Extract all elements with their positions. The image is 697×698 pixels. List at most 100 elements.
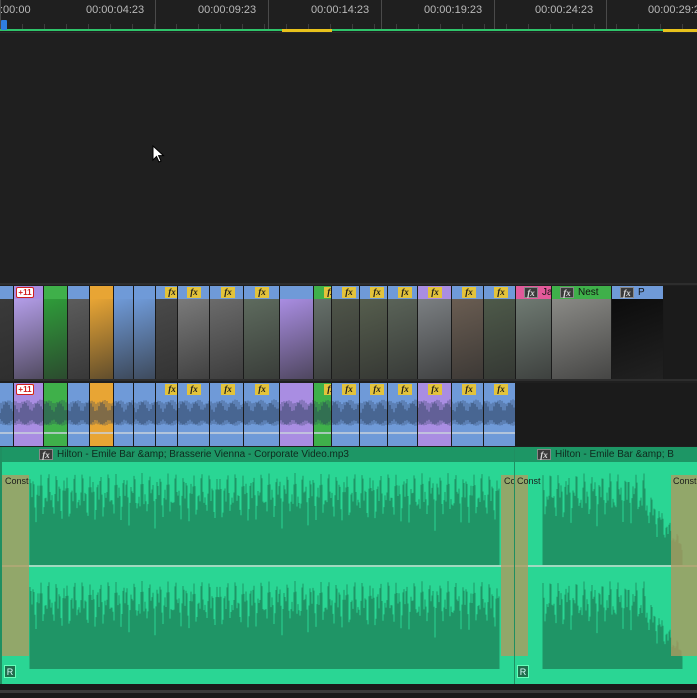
- fx-icon[interactable]: fx: [324, 384, 331, 395]
- rubberband-icon[interactable]: R: [517, 665, 529, 678]
- clip-header: [68, 286, 89, 299]
- clip-thumbnail: [44, 299, 67, 379]
- fx-icon[interactable]: fx: [620, 287, 634, 298]
- video-clip[interactable]: +11: [14, 286, 44, 379]
- video-clip[interactable]: fx: [332, 286, 360, 379]
- fx-icon[interactable]: fx: [398, 384, 412, 395]
- video-clip[interactable]: [114, 286, 134, 379]
- audio-clip[interactable]: fx: [244, 383, 280, 446]
- fx-icon[interactable]: fx: [560, 287, 574, 298]
- video-clip[interactable]: fx Nest: [552, 286, 612, 379]
- fx-icon[interactable]: fx: [342, 287, 356, 298]
- work-area-bar[interactable]: [0, 29, 697, 31]
- clip-thumbnail: [332, 299, 359, 379]
- audio-clip[interactable]: fx: [452, 383, 484, 446]
- audio-clip[interactable]: [44, 383, 68, 446]
- fx-icon[interactable]: fx: [165, 384, 177, 395]
- video-clip[interactable]: [90, 286, 114, 379]
- fx-icon[interactable]: fx: [428, 287, 442, 298]
- audio-track[interactable]: fx+11fxfxfxfxfxfxfxfxfxfxfx: [0, 383, 697, 446]
- fx-icon[interactable]: fx: [370, 384, 384, 395]
- clip-thumbnail: [388, 299, 417, 379]
- video-clip[interactable]: fx: [210, 286, 244, 379]
- fx-icon[interactable]: fx: [255, 287, 269, 298]
- fx-icon[interactable]: fx: [462, 287, 476, 298]
- video-clip[interactable]: fx Jardin M: [516, 286, 552, 379]
- clip-title: Nest: [578, 287, 599, 298]
- fade-in-handle[interactable]: [515, 475, 528, 656]
- video-clip[interactable]: fx: [156, 286, 178, 379]
- timeline-ruler[interactable]: :00:00 00:00:04:23 00:00:09:23 00:00:14:…: [0, 0, 697, 33]
- audio-clip[interactable]: fx: [484, 383, 516, 446]
- video-clip[interactable]: fx P: [612, 286, 664, 379]
- video-clip[interactable]: fx: [418, 286, 452, 379]
- fade-out-handle[interactable]: [501, 475, 514, 656]
- fx-icon[interactable]: fx: [524, 287, 538, 298]
- fade-type-label: Const: [504, 476, 514, 486]
- fx-icon[interactable]: fx: [494, 287, 508, 298]
- waveform: [134, 400, 155, 434]
- video-track[interactable]: fx+11fxfxfxfxfxfxfxfxfxfxfxfxJardin MfxN…: [0, 286, 697, 379]
- audio-clip[interactable]: [114, 383, 134, 446]
- clip-thumbnail: [484, 299, 515, 379]
- group-count-badge: +11: [16, 384, 34, 395]
- clip-thumbnail: [68, 299, 89, 379]
- fx-icon[interactable]: fx: [187, 287, 201, 298]
- music-clip[interactable]: fx Hilton - Emile Bar &amp; B Const Cons…: [515, 447, 697, 684]
- fx-icon[interactable]: fx: [370, 287, 384, 298]
- audio-clip[interactable]: fx: [418, 383, 452, 446]
- fx-icon[interactable]: fx: [165, 287, 177, 298]
- video-clip[interactable]: fx: [178, 286, 210, 379]
- fx-icon[interactable]: fx: [494, 384, 508, 395]
- audio-clip[interactable]: fx: [360, 383, 388, 446]
- playhead-marker[interactable]: [1, 20, 7, 30]
- audio-clip[interactable]: fx: [388, 383, 418, 446]
- render-bar: [663, 29, 697, 32]
- video-clip[interactable]: [134, 286, 156, 379]
- audio-clip[interactable]: fx: [156, 383, 178, 446]
- video-clip[interactable]: [68, 286, 90, 379]
- video-clip[interactable]: fx: [360, 286, 388, 379]
- fade-in-handle[interactable]: [2, 475, 29, 656]
- rubberband-icon[interactable]: R: [4, 665, 16, 678]
- video-clip[interactable]: fx: [388, 286, 418, 379]
- video-clip[interactable]: fx: [244, 286, 280, 379]
- fx-icon[interactable]: fx: [255, 384, 269, 395]
- fx-icon[interactable]: fx: [428, 384, 442, 395]
- audio-clip[interactable]: [0, 383, 14, 446]
- audio-clip[interactable]: fx: [332, 383, 360, 446]
- audio-clip[interactable]: fx: [314, 383, 332, 446]
- fx-icon[interactable]: fx: [324, 287, 331, 298]
- fade-out-handle[interactable]: [671, 475, 697, 656]
- horizontal-scrollbar[interactable]: [0, 690, 697, 693]
- empty-track-area[interactable]: [0, 33, 697, 283]
- volume-line[interactable]: [515, 565, 697, 567]
- audio-clip[interactable]: fx: [178, 383, 210, 446]
- fx-icon[interactable]: fx: [221, 287, 235, 298]
- fx-icon[interactable]: fx: [187, 384, 201, 395]
- audio-clip[interactable]: [90, 383, 114, 446]
- volume-line[interactable]: [2, 565, 514, 567]
- fx-icon[interactable]: fx: [462, 384, 476, 395]
- music-clip[interactable]: fx Hilton - Emile Bar &amp; Brasserie Vi…: [2, 447, 514, 684]
- video-clip[interactable]: fx: [452, 286, 484, 379]
- audio-clip[interactable]: [280, 383, 314, 446]
- video-clip[interactable]: [280, 286, 314, 379]
- video-clip[interactable]: fx: [314, 286, 332, 379]
- video-clip[interactable]: fx: [484, 286, 516, 379]
- video-clip[interactable]: [44, 286, 68, 379]
- clip-thumbnail: [314, 299, 331, 379]
- video-clip[interactable]: fx: [0, 286, 14, 379]
- clip-thumbnail: [612, 299, 663, 379]
- clip-thumbnail: [90, 299, 113, 379]
- audio-clip[interactable]: fx+11: [14, 383, 44, 446]
- audio-clip[interactable]: fx: [210, 383, 244, 446]
- ruler-major-tick: [606, 0, 607, 30]
- music-track[interactable]: fx Hilton - Emile Bar &amp; Brasserie Vi…: [0, 447, 697, 684]
- fx-icon[interactable]: fx: [398, 287, 412, 298]
- audio-clip[interactable]: [134, 383, 156, 446]
- audio-clip[interactable]: [68, 383, 90, 446]
- fx-icon[interactable]: fx: [342, 384, 356, 395]
- fx-icon[interactable]: fx: [221, 384, 235, 395]
- clip-thumbnail: [178, 299, 209, 379]
